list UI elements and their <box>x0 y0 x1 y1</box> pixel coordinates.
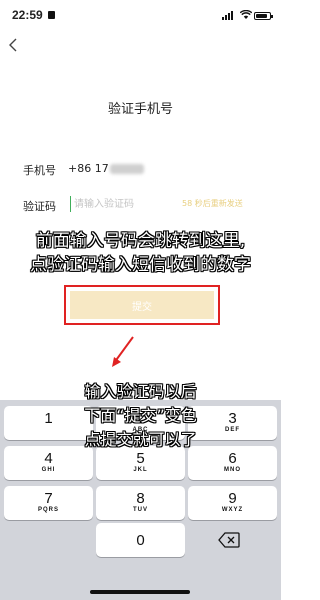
key-digit: 0 <box>136 532 145 549</box>
battery-icon <box>254 12 273 20</box>
status-time: 22:59 <box>12 8 43 22</box>
key-7[interactable]: 7 PQRS <box>4 486 93 520</box>
key-letters: WXYZ <box>221 507 244 513</box>
annotation-text-5: 点提交就可以了 <box>84 430 197 449</box>
backspace-icon[interactable] <box>218 532 248 552</box>
lock-icon <box>48 11 55 19</box>
arrow-annotation-icon <box>110 335 136 373</box>
key-letters: TUV <box>133 507 148 513</box>
annotation-text-1: 前面输入号码会跳转到这里, <box>35 231 246 251</box>
key-digit: 4 <box>44 450 53 467</box>
annotation-text-2: 点验证码输入短信收到的数字 <box>30 255 251 275</box>
key-digit: 6 <box>228 450 237 467</box>
key-letters: GHI <box>41 467 56 473</box>
phone-blur-mask <box>109 164 144 174</box>
signal-icon <box>222 11 236 20</box>
key-0[interactable]: 0 <box>96 523 185 557</box>
key-6[interactable]: 6 MNO <box>188 446 277 480</box>
submit-highlight-box: 提交 <box>64 285 220 325</box>
key-digit: 9 <box>228 490 237 507</box>
key-9[interactable]: 9 WXYZ <box>188 486 277 520</box>
home-indicator <box>90 590 190 594</box>
key-letters: PQRS <box>37 507 59 513</box>
phone-number-text: +86 17 <box>68 162 109 175</box>
key-digit: 7 <box>44 490 53 507</box>
key-letters: JKL <box>133 467 148 473</box>
phone-value: +86 17 <box>68 162 144 175</box>
resend-countdown: 58 秒后重新发送 <box>182 199 243 208</box>
key-digit: 5 <box>136 450 145 467</box>
status-bar: 22:59 <box>0 0 281 30</box>
code-label: 验证码 <box>23 200 56 213</box>
annotation-text-3: 输入验证码以后 <box>84 382 197 401</box>
key-letters: MNO <box>224 467 241 473</box>
back-chevron-icon[interactable] <box>8 36 18 57</box>
key-digit: 8 <box>136 490 145 507</box>
phone-label: 手机号 <box>23 164 56 177</box>
key-5[interactable]: 5 JKL <box>96 446 185 480</box>
key-4[interactable]: 4 GHI <box>4 446 93 480</box>
submit-button[interactable]: 提交 <box>70 291 214 319</box>
annotation-text-4: 下面“提交”变色 <box>84 406 197 425</box>
code-input[interactable] <box>70 196 166 212</box>
key-8[interactable]: 8 TUV <box>96 486 185 520</box>
page-title: 验证手机号 <box>107 102 173 117</box>
wifi-icon <box>239 9 253 23</box>
